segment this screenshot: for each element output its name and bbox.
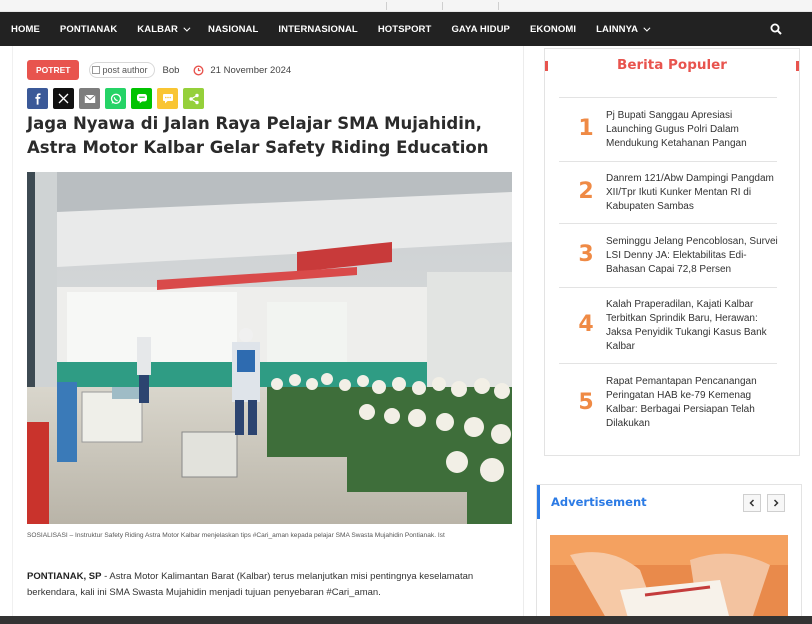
popular-title[interactable]: Rapat Pemantapan Pencanangan Peringatan … [606, 375, 780, 431]
nav-label: LAINNYA [596, 23, 639, 35]
nav-label: GAYA HIDUP [451, 23, 510, 35]
author-name[interactable]: Bob [162, 65, 179, 76]
ad-next-button[interactable] [767, 494, 785, 512]
popular-news-header: Berita Populer [545, 49, 799, 83]
nav-item-ekonomi[interactable]: EKONOMI [530, 24, 576, 35]
advertisement-widget: Advertisement [536, 484, 802, 624]
clock-icon [193, 65, 204, 75]
popular-item[interactable]: 1 Pj Bupati Sanggau Apresiasi Launching … [559, 97, 777, 161]
ad-title: Advertisement [551, 495, 647, 509]
nav-label: HOME [11, 23, 40, 35]
x-share-button[interactable] [53, 88, 74, 109]
author-avatar: post author [89, 62, 156, 78]
line-icon [136, 94, 147, 104]
chevron-down-icon [643, 24, 651, 32]
article-photo [27, 172, 512, 524]
article-body: PONTIANAK, SP - Astra Motor Kalimantan B… [27, 569, 492, 601]
article: POTRET post author Bob 21 November 2024 [12, 46, 524, 624]
article-title: Jaga Nyawa di Jalan Raya Pelajar SMA Muj… [27, 114, 489, 157]
share-buttons [27, 88, 209, 109]
main-navbar: HOME PONTIANAK KALBAR NASIONAL INTERNASI… [0, 12, 812, 46]
chevron-left-icon [749, 499, 755, 507]
popular-rank: 4 [578, 312, 594, 337]
nav-item-pontianak[interactable]: PONTIANAK [60, 24, 117, 35]
article-meta: POTRET post author Bob 21 November 2024 [27, 60, 291, 80]
nav-item-kalbar[interactable]: KALBAR [137, 23, 191, 35]
search-icon[interactable] [770, 23, 782, 35]
popular-title[interactable]: Kalah Praperadilan, Kajati Kalbar Terbit… [606, 298, 780, 354]
photo-caption: SOSIALISASI – Instruktur Safety Riding A… [27, 532, 445, 539]
generic-share-button[interactable] [183, 88, 204, 109]
category-badge[interactable]: POTRET [27, 60, 80, 80]
whatsapp-share-button[interactable] [105, 88, 126, 109]
nav-item-nasional[interactable]: NASIONAL [208, 24, 258, 35]
email-icon [83, 94, 96, 103]
facebook-icon [34, 92, 41, 105]
popular-item[interactable]: 5 Rapat Pemantapan Pencanangan Peringata… [559, 363, 777, 441]
popular-item[interactable]: 4 Kalah Praperadilan, Kajati Kalbar Terb… [559, 287, 777, 363]
nav-label: KALBAR [137, 23, 178, 35]
nav-label: EKONOMI [530, 23, 577, 35]
author-avatar-alt: post author [102, 65, 148, 75]
popular-rank: 5 [578, 390, 594, 415]
ad-header-accent [537, 485, 540, 519]
sms-icon [162, 94, 173, 104]
facebook-share-button[interactable] [27, 88, 48, 109]
chevron-right-icon [773, 499, 779, 507]
nav-label: PONTIANAK [59, 23, 118, 35]
strip-divider [386, 2, 387, 10]
popular-title[interactable]: Danrem 121/Abw Dampingi Pangdam XII/Tpr … [606, 172, 780, 214]
nav-label: NASIONAL [208, 23, 259, 35]
popular-item[interactable]: 3 Seminggu Jelang Pencoblosan, Survei LS… [559, 223, 780, 287]
nav-item-gaya-hidup[interactable]: GAYA HIDUP [451, 24, 510, 35]
popular-item[interactable]: 2 Danrem 121/Abw Dampingi Pangdam XII/Tp… [559, 161, 777, 223]
popular-rank: 1 [578, 116, 594, 141]
sms-share-button[interactable] [157, 88, 178, 109]
nav-item-home[interactable]: HOME [11, 24, 40, 35]
publish-date: 21 November 2024 [210, 64, 292, 76]
bottom-bar [0, 616, 812, 624]
ad-banner-image[interactable] [550, 535, 788, 624]
broken-image-icon [92, 66, 101, 74]
popular-title[interactable]: Seminggu Jelang Pencoblosan, Survei LSI … [606, 235, 780, 277]
email-share-button[interactable] [79, 88, 100, 109]
strip-divider [498, 2, 499, 10]
popular-title[interactable]: Pj Bupati Sanggau Apresiasi Launching Gu… [606, 109, 780, 151]
nav-item-lainnya[interactable]: LAINNYA [596, 23, 651, 35]
nav-label: HOTSPORT [377, 23, 432, 35]
popular-rank: 3 [578, 242, 594, 267]
strip-divider [442, 2, 443, 10]
x-icon [58, 93, 69, 104]
popular-rank: 2 [578, 179, 594, 204]
whatsapp-icon [110, 93, 121, 104]
share-icon [188, 93, 199, 104]
nav-item-hotsport[interactable]: HOTSPORT [378, 24, 432, 35]
popular-news-title: Berita Populer [617, 57, 727, 73]
nav-item-internasional[interactable]: INTERNASIONAL [278, 24, 357, 35]
chevron-down-icon [183, 24, 191, 32]
popular-news-widget: Berita Populer 1 Pj Bupati Sanggau Apres… [544, 48, 800, 456]
line-share-button[interactable] [131, 88, 152, 109]
nav-label: INTERNASIONAL [278, 23, 358, 35]
dateline: PONTIANAK, SP [27, 571, 102, 582]
ad-prev-button[interactable] [743, 494, 761, 512]
top-utility-strip [0, 0, 812, 12]
